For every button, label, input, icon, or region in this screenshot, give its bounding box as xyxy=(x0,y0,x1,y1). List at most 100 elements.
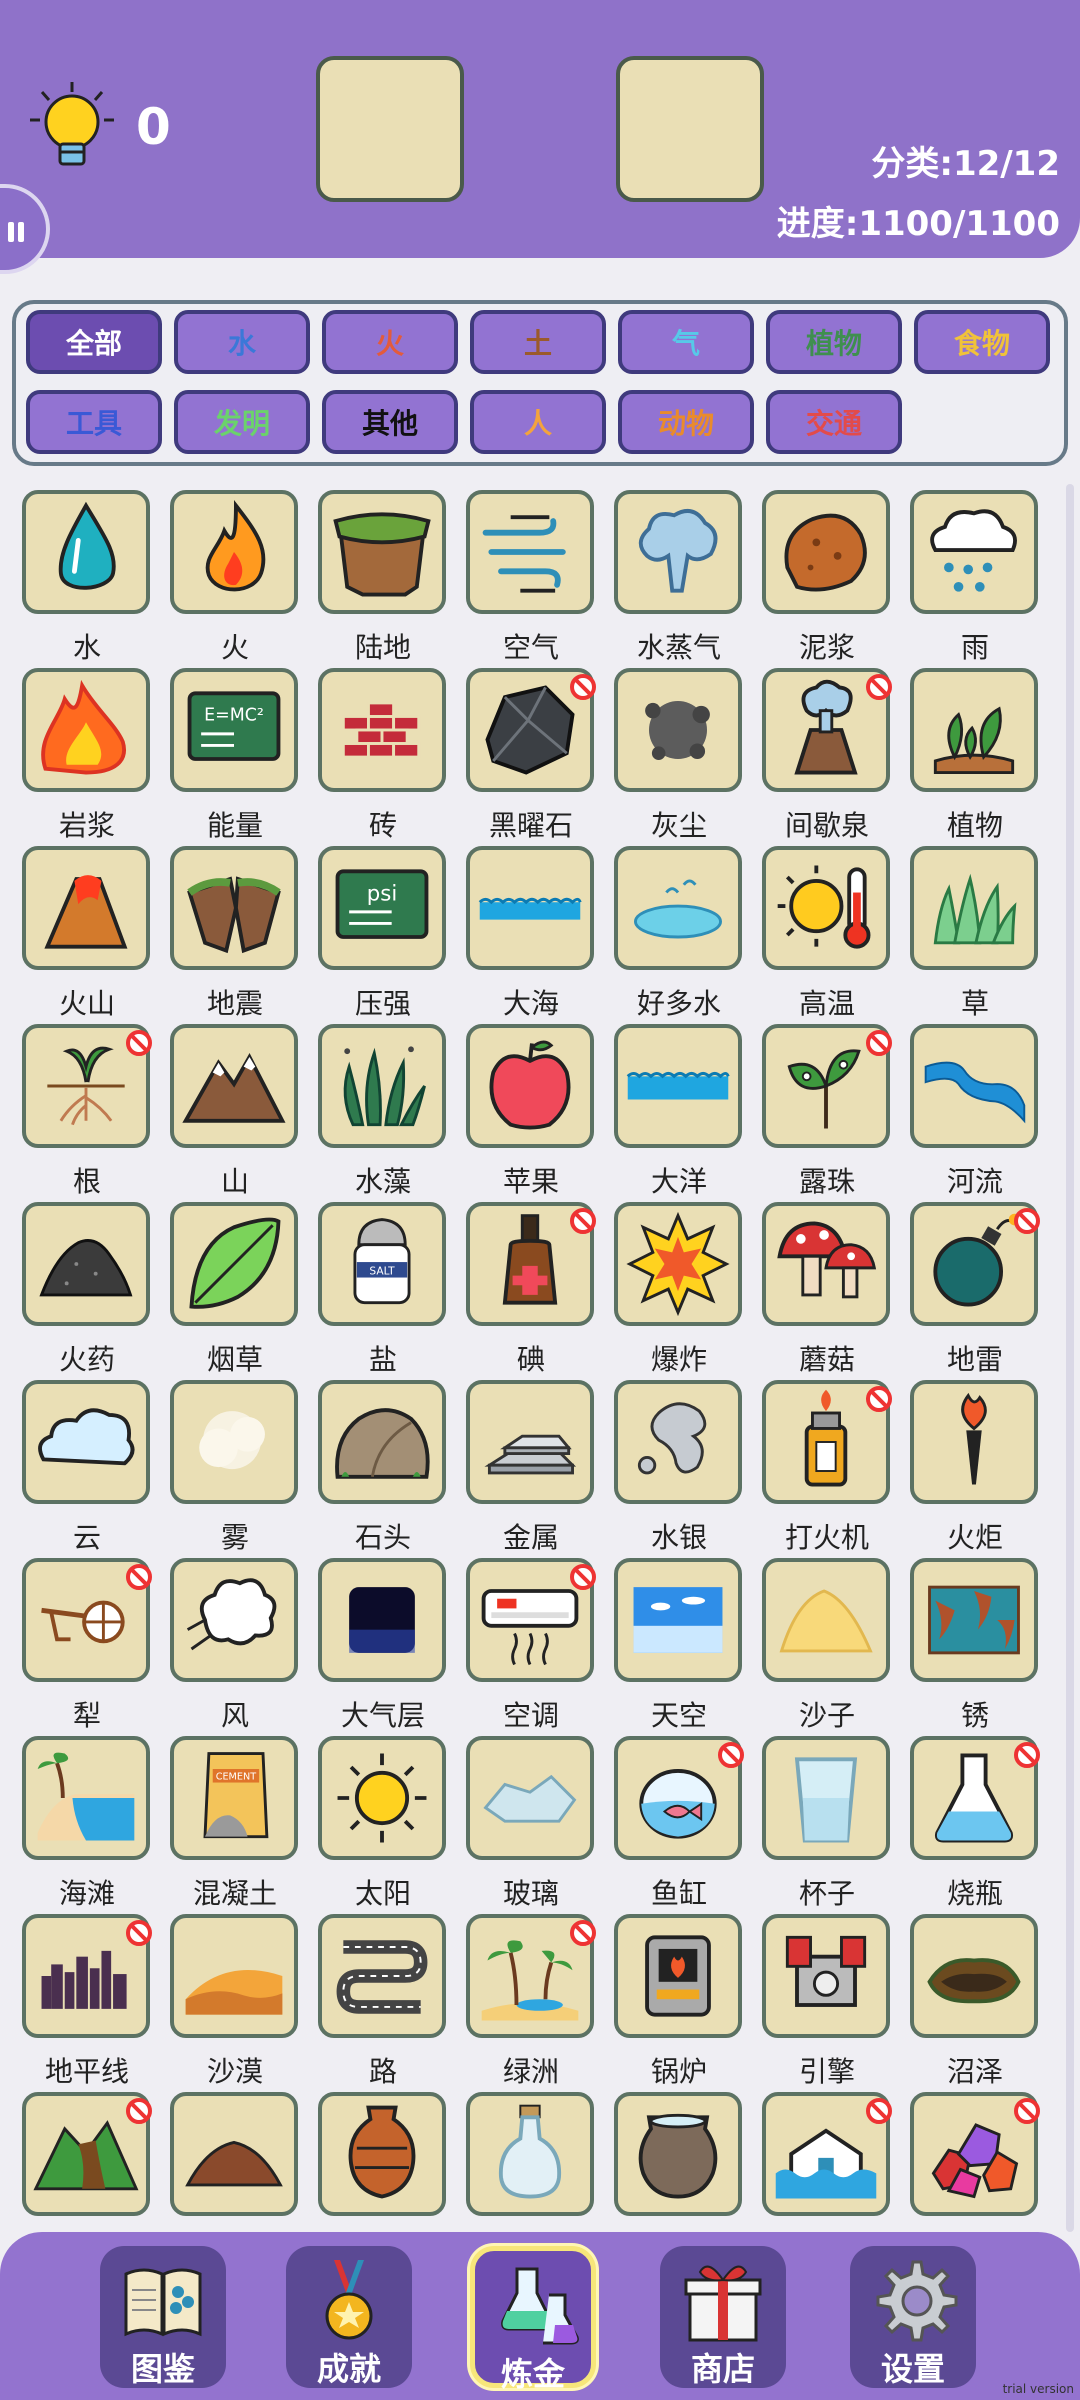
element-cell[interactable]: 山 xyxy=(170,1024,318,1202)
element-tile[interactable] xyxy=(466,1380,594,1504)
element-tile[interactable] xyxy=(22,846,150,970)
element-cell[interactable]: 水银 xyxy=(614,1380,762,1558)
element-tile[interactable] xyxy=(762,1202,890,1326)
element-cell[interactable]: 空调 xyxy=(466,1558,614,1736)
element-tile[interactable] xyxy=(614,490,742,614)
element-cell[interactable]: 火炬 xyxy=(910,1380,1058,1558)
element-tile[interactable] xyxy=(466,1736,594,1860)
filter-tab[interactable]: 发明 xyxy=(174,390,310,454)
element-tile[interactable] xyxy=(318,668,446,792)
element-tile[interactable]: CEMENT xyxy=(170,1736,298,1860)
element-cell[interactable]: 瓶子 xyxy=(466,2092,614,2232)
element-cell[interactable]: 根 xyxy=(22,1024,170,1202)
element-cell[interactable]: 金属 xyxy=(466,1380,614,1558)
filter-tab[interactable]: 人 xyxy=(470,390,606,454)
grid-scrollbar[interactable] xyxy=(1066,484,1074,2232)
element-tile[interactable] xyxy=(762,1736,890,1860)
element-cell[interactable]: CEMENT 混凝土 xyxy=(170,1736,318,1914)
element-tile[interactable]: E=MC² xyxy=(170,668,298,792)
element-cell[interactable]: 鱼缸 xyxy=(614,1736,762,1914)
element-cell[interactable]: 锈 xyxy=(910,1558,1058,1736)
element-cell[interactable]: 路 xyxy=(318,1914,466,2092)
element-tile[interactable] xyxy=(318,1914,446,2038)
element-cell[interactable]: 间歇泉 xyxy=(762,668,910,846)
filter-tab[interactable]: 土 xyxy=(470,310,606,374)
element-tile[interactable] xyxy=(910,1558,1038,1682)
element-cell[interactable]: 宝石 xyxy=(910,2092,1058,2232)
element-tile[interactable] xyxy=(762,1914,890,2038)
element-cell[interactable]: 云 xyxy=(22,1380,170,1558)
element-cell[interactable]: 大海 xyxy=(466,846,614,1024)
combine-slot-1[interactable] xyxy=(316,56,464,202)
element-cell[interactable]: 杯子 xyxy=(762,1736,910,1914)
element-tile[interactable] xyxy=(910,668,1038,792)
element-cell[interactable]: 草 xyxy=(910,846,1058,1024)
element-cell[interactable]: 泥石流 xyxy=(22,2092,170,2232)
nav-item[interactable]: 炼金 xyxy=(470,2246,596,2393)
element-cell[interactable]: 砖 xyxy=(318,668,466,846)
element-cell[interactable]: 海滩 xyxy=(22,1736,170,1914)
element-tile[interactable] xyxy=(614,1202,742,1326)
element-cell[interactable]: 地震 xyxy=(170,846,318,1024)
filter-tab[interactable]: 水 xyxy=(174,310,310,374)
element-tile[interactable] xyxy=(170,1380,298,1504)
element-cell[interactable]: 黏土 xyxy=(170,2092,318,2232)
element-cell[interactable]: 泥浆 xyxy=(762,490,910,668)
element-cell[interactable]: 石头 xyxy=(318,1380,466,1558)
element-cell[interactable]: 太阳 xyxy=(318,1736,466,1914)
element-tile[interactable] xyxy=(318,490,446,614)
element-tile[interactable] xyxy=(466,490,594,614)
filter-tab[interactable]: 食物 xyxy=(914,310,1050,374)
element-cell[interactable]: 玻璃 xyxy=(466,1736,614,1914)
element-tile[interactable] xyxy=(318,1558,446,1682)
element-cell[interactable]: 高温 xyxy=(762,846,910,1024)
element-cell[interactable]: 露珠 xyxy=(762,1024,910,1202)
element-cell[interactable]: 水缸 xyxy=(614,2092,762,2232)
element-cell[interactable]: 河流 xyxy=(910,1024,1058,1202)
element-tile[interactable] xyxy=(762,490,890,614)
element-cell[interactable]: 碘 xyxy=(466,1202,614,1380)
element-tile[interactable] xyxy=(910,1914,1038,2038)
element-cell[interactable]: 火药 xyxy=(22,1202,170,1380)
element-cell[interactable]: 风 xyxy=(170,1558,318,1736)
element-tile[interactable] xyxy=(910,490,1038,614)
element-tile[interactable] xyxy=(170,1558,298,1682)
element-cell[interactable]: 打火机 xyxy=(762,1380,910,1558)
element-cell[interactable]: 大气层 xyxy=(318,1558,466,1736)
element-cell[interactable]: 陆地 xyxy=(318,490,466,668)
element-tile[interactable] xyxy=(170,2092,298,2216)
element-tile[interactable] xyxy=(22,1736,150,1860)
element-tile[interactable] xyxy=(170,846,298,970)
element-tile[interactable] xyxy=(762,846,890,970)
element-tile[interactable] xyxy=(22,668,150,792)
element-cell[interactable]: 好多水 xyxy=(614,846,762,1024)
element-cell[interactable]: 陶器 xyxy=(318,2092,466,2232)
filter-tab[interactable]: 植物 xyxy=(766,310,902,374)
element-cell[interactable]: 沙子 xyxy=(762,1558,910,1736)
element-cell[interactable]: 洪水 xyxy=(762,2092,910,2232)
element-cell[interactable]: 地平线 xyxy=(22,1914,170,2092)
element-cell[interactable]: SALT 盐 xyxy=(318,1202,466,1380)
element-cell[interactable]: 植物 xyxy=(910,668,1058,846)
element-cell[interactable]: 水蒸气 xyxy=(614,490,762,668)
element-tile[interactable] xyxy=(614,846,742,970)
element-tile[interactable] xyxy=(614,1024,742,1148)
element-cell[interactable]: 绿洲 xyxy=(466,1914,614,2092)
element-tile[interactable] xyxy=(170,1202,298,1326)
element-tile[interactable] xyxy=(614,2092,742,2216)
element-cell[interactable]: 雾 xyxy=(170,1380,318,1558)
element-tile[interactable] xyxy=(762,1558,890,1682)
element-tile[interactable] xyxy=(318,1024,446,1148)
filter-tab[interactable]: 工具 xyxy=(26,390,162,454)
filter-tab[interactable]: 交通 xyxy=(766,390,902,454)
element-tile[interactable] xyxy=(318,2092,446,2216)
element-tile[interactable]: psi xyxy=(318,846,446,970)
element-cell[interactable]: 水 xyxy=(22,490,170,668)
element-tile[interactable] xyxy=(22,1202,150,1326)
element-tile[interactable] xyxy=(910,846,1038,970)
element-cell[interactable]: 烧瓶 xyxy=(910,1736,1058,1914)
element-cell[interactable]: 烟草 xyxy=(170,1202,318,1380)
filter-tab[interactable]: 其他 xyxy=(322,390,458,454)
element-cell[interactable]: 火 xyxy=(170,490,318,668)
element-cell[interactable]: 黑曜石 xyxy=(466,668,614,846)
